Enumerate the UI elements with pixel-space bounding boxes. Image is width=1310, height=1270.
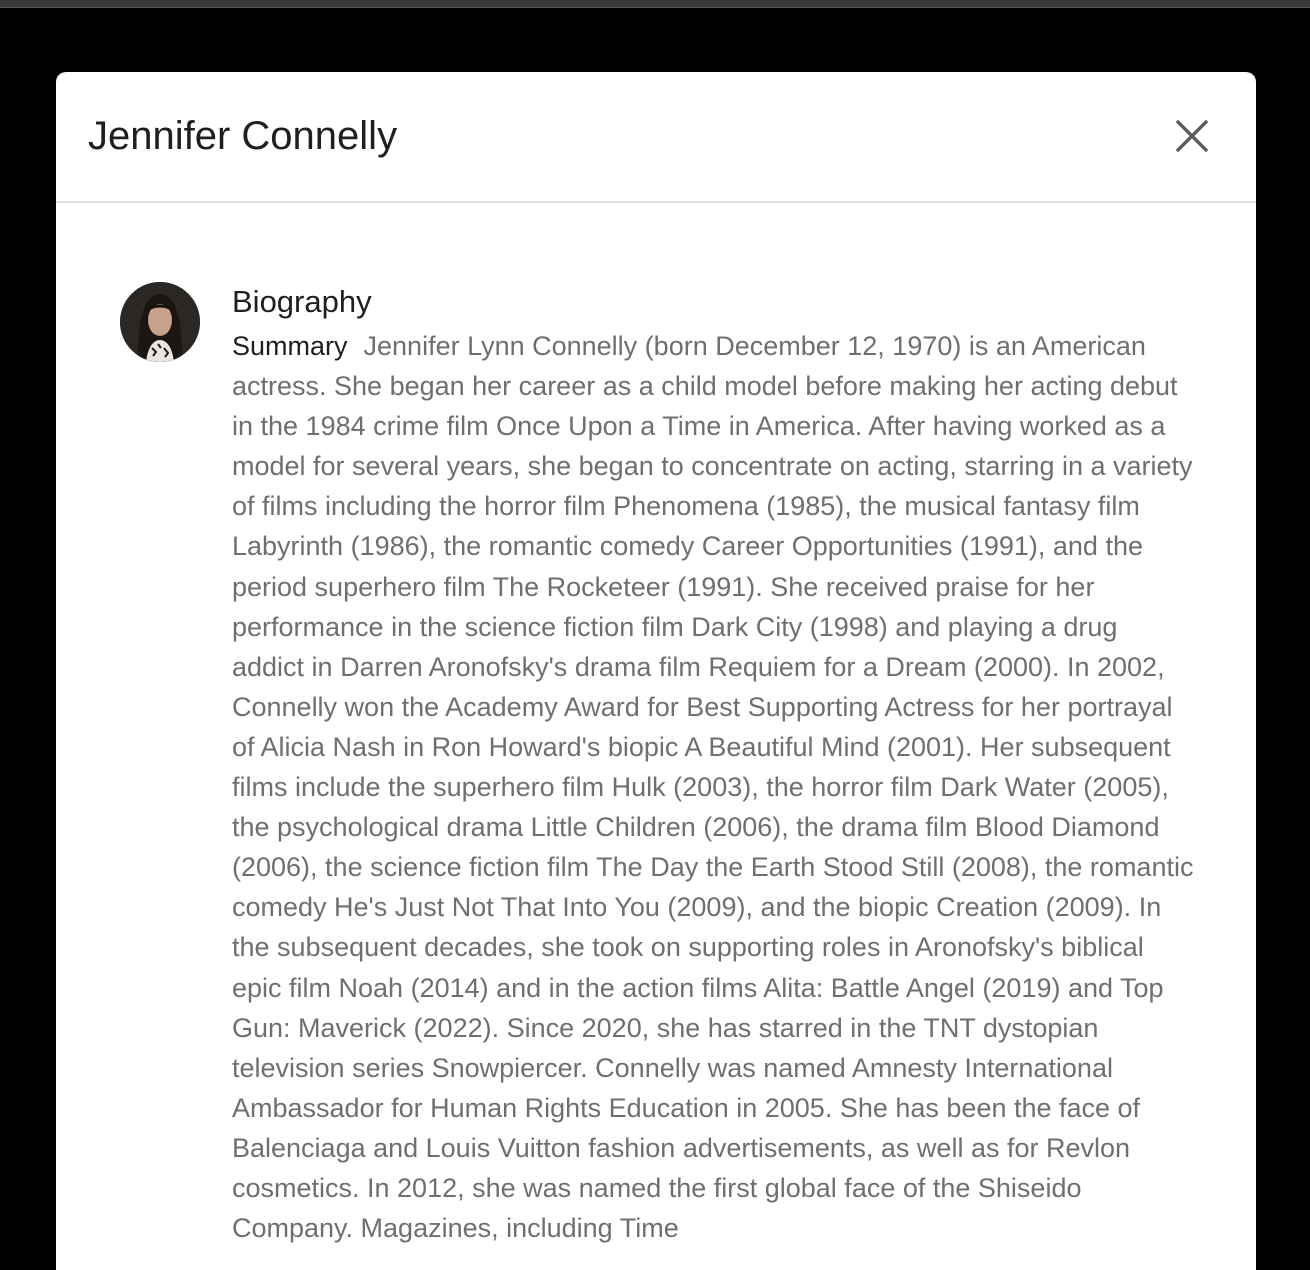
close-button[interactable] [1166,110,1218,162]
biography-modal: Jennifer Connelly Biography Summary Jenni… [56,72,1256,1270]
modal-title: Jennifer Connelly [88,114,398,158]
modal-header: Jennifer Connelly [56,72,1256,203]
biography-section: Biography Summary Jennifer Lynn Connelly … [232,283,1194,1248]
summary-paragraph: Summary Jennifer Lynn Connelly (born Dece… [232,326,1194,1248]
biography-heading: Biography [232,284,372,319]
person-portrait-icon [120,282,200,362]
close-icon [1176,120,1208,152]
summary-text: Jennifer Lynn Connelly (born December 12… [232,331,1194,1244]
avatar [120,282,200,362]
summary-label: Summary [232,331,348,361]
window-top-strip [0,0,1310,8]
